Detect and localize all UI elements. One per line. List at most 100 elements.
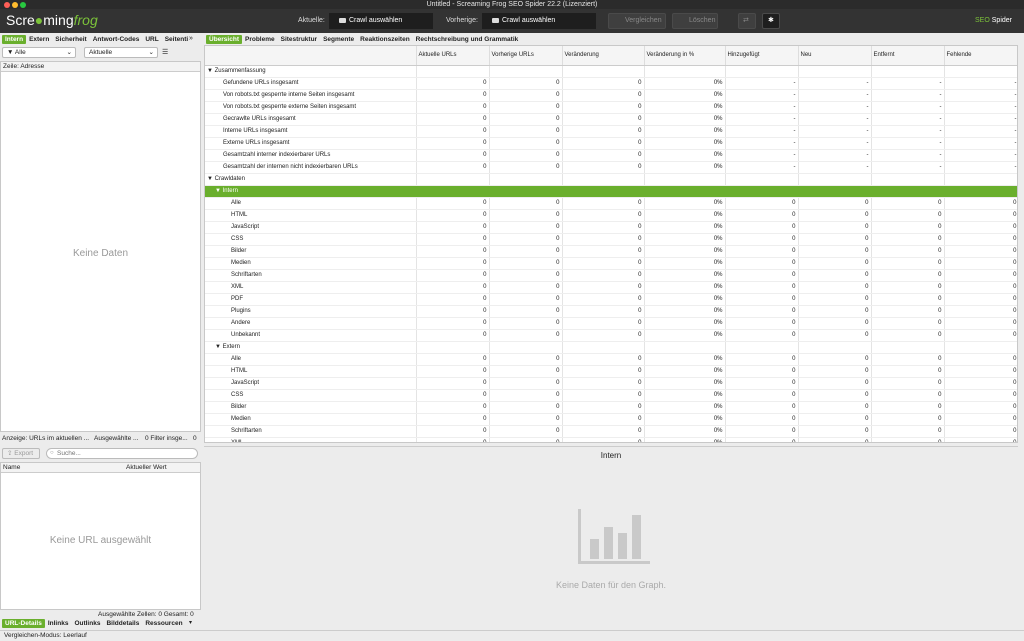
table-row[interactable]: Von robots.txt gesperrte interne Seiten … — [205, 89, 1017, 102]
table-cell: 0 — [725, 221, 799, 234]
graph-pane: Intern Keine Daten für den Graph. — [204, 446, 1018, 628]
table-cell: - — [725, 113, 799, 126]
table-row[interactable]: ▼ Extern — [205, 341, 1017, 354]
settings-gear-icon[interactable]: ✱ — [762, 13, 780, 29]
left-tab-1[interactable]: Extern — [26, 35, 52, 44]
left-tab-5[interactable]: Seitenti — [162, 35, 191, 44]
table-row[interactable]: Interne URLs insgesamt 0 0 0 0% - - - - — [205, 125, 1017, 138]
table-cell: 0 — [416, 137, 490, 150]
column-header-4[interactable]: Veränderung in % — [644, 46, 726, 66]
table-cell: 0 — [489, 89, 563, 102]
table-cell: 0 — [562, 329, 645, 342]
table-row[interactable]: HTML 0 0 0 0% 0 0 0 0 — [205, 365, 1017, 378]
more-tabs-icon[interactable]: » — [189, 35, 193, 42]
table-row[interactable]: JavaScript 0 0 0 0% 0 0 0 0 — [205, 221, 1017, 234]
name-column-header[interactable]: Name — [3, 464, 20, 471]
table-row[interactable]: HTML 0 0 0 0% 0 0 0 0 — [205, 209, 1017, 222]
details-tab-1[interactable]: Inlinks — [45, 619, 72, 628]
swap-icon[interactable]: ⇄ — [738, 13, 756, 29]
table-row[interactable]: Andere 0 0 0 0% 0 0 0 0 — [205, 317, 1017, 330]
table-row[interactable]: XML 0 0 0 0% 0 0 0 0 — [205, 281, 1017, 294]
main-tab-2[interactable]: Sitestruktur — [278, 35, 320, 44]
table-row[interactable]: Alle 0 0 0 0% 0 0 0 0 — [205, 353, 1017, 366]
value-column-header[interactable]: Aktueller Wert — [126, 463, 167, 472]
table-row[interactable]: Unbekannt 0 0 0 0% 0 0 0 0 — [205, 329, 1017, 342]
search-input[interactable] — [46, 448, 198, 459]
table-row[interactable]: PDF 0 0 0 0% 0 0 0 0 — [205, 293, 1017, 306]
row-label: Gesamtzahl der internen nicht indexierba… — [205, 161, 417, 174]
column-header-6[interactable]: Neu — [798, 46, 872, 66]
main-tab-4[interactable]: Reaktionszeiten — [357, 35, 413, 44]
list-view-icon[interactable]: ☰ — [162, 48, 168, 56]
main-tab-5[interactable]: Rechtschreibung und Grammatik — [413, 35, 522, 44]
details-tab-4[interactable]: Ressourcen — [142, 619, 185, 628]
details-tab-0[interactable]: URL-Details — [2, 619, 45, 628]
delete-button[interactable]: Löschen — [672, 13, 718, 29]
main-tab-3[interactable]: Segmente — [320, 35, 357, 44]
compare-button[interactable]: Vergleichen — [608, 13, 666, 29]
current-crawl-select[interactable]: Crawl auswählen — [329, 13, 433, 29]
table-cell: 0 — [944, 209, 1017, 222]
table-cell: - — [798, 161, 872, 174]
column-header-0[interactable] — [205, 46, 417, 66]
table-row[interactable]: Bilder 0 0 0 0% 0 0 0 0 — [205, 245, 1017, 258]
table-row[interactable]: Von robots.txt gesperrte externe Seiten … — [205, 101, 1017, 114]
table-row[interactable]: Gesamtzahl interner indexierbarer URLs 0 0… — [205, 149, 1017, 162]
column-header-5[interactable]: Hinzugefügt — [725, 46, 799, 66]
column-header-7[interactable]: Entfernt — [871, 46, 945, 66]
column-header-1[interactable]: Aktuelle URLs — [416, 46, 490, 66]
main-tab-0[interactable]: Übersicht — [206, 35, 242, 44]
table-cell: 0 — [944, 401, 1017, 414]
table-row[interactable]: Gecrawlte URLs insgesamt 0 0 0 0% - - - - — [205, 113, 1017, 126]
table-cell: 0 — [798, 209, 872, 222]
main-tab-1[interactable]: Probleme — [242, 35, 278, 44]
row-label: HTML — [205, 365, 417, 378]
table-row[interactable]: Alle 0 0 0 0% 0 0 0 0 — [205, 197, 1017, 210]
table-row[interactable]: Plugins 0 0 0 0% 0 0 0 0 — [205, 305, 1017, 318]
table-row[interactable]: Externe URLs insgesamt 0 0 0 0% - - - - — [205, 137, 1017, 150]
table-cell: 0 — [798, 245, 872, 258]
table-cell: 0 — [489, 437, 563, 442]
column-header-2[interactable]: Vorherige URLs — [489, 46, 563, 66]
close-window-button[interactable] — [4, 2, 10, 8]
left-tab-4[interactable]: URL — [142, 35, 161, 44]
table-row[interactable]: Bilder 0 0 0 0% 0 0 0 0 — [205, 401, 1017, 414]
view-dropdown[interactable]: Aktuelle ⌄ — [84, 47, 158, 58]
table-row[interactable]: CSS 0 0 0 0% 0 0 0 0 — [205, 233, 1017, 246]
table-row[interactable]: XML 0 0 0 0% 0 0 0 0 — [205, 437, 1017, 442]
table-row[interactable]: Gefundene URLs insgesamt 0 0 0 0% - - - - — [205, 77, 1017, 90]
row-label: PDF — [205, 293, 417, 306]
left-tab-0[interactable]: Intern — [2, 35, 27, 44]
table-row[interactable]: Schriftarten 0 0 0 0% 0 0 0 0 — [205, 269, 1017, 282]
table-cell: 0% — [644, 101, 726, 114]
column-header-8[interactable]: Fehlende — [944, 46, 1017, 66]
details-tab-3[interactable]: Bilddetails — [103, 619, 142, 628]
table-cell: 0 — [416, 197, 490, 210]
table-row[interactable]: Gesamtzahl der internen nicht indexierba… — [205, 161, 1017, 174]
table-cell: - — [725, 125, 799, 138]
details-tab-menu-icon[interactable]: ▾ — [189, 619, 192, 626]
table-row[interactable]: ▼ Crawldaten — [205, 173, 1017, 186]
zoom-window-button[interactable] — [20, 2, 26, 8]
overview-table: Aktuelle URLs Vorherige URLs Veränderung Ve… — [204, 45, 1018, 443]
table-cell — [725, 65, 799, 78]
table-cell: 0 — [562, 137, 645, 150]
filter-dropdown[interactable]: ▼ Alle ⌄ — [2, 47, 76, 58]
table-row[interactable]: ▼ Zusammenfassung — [205, 65, 1017, 78]
export-button[interactable]: ⇪ Export — [2, 448, 40, 459]
column-header-3[interactable]: Veränderung — [562, 46, 645, 66]
table-row[interactable]: ▼ Intern — [205, 185, 1017, 198]
table-cell: 0 — [562, 353, 645, 366]
table-row[interactable]: JavaScript 0 0 0 0% 0 0 0 0 — [205, 377, 1017, 390]
table-row[interactable]: CSS 0 0 0 0% 0 0 0 0 — [205, 389, 1017, 402]
table-row[interactable]: Medien 0 0 0 0% 0 0 0 0 — [205, 257, 1017, 270]
minimize-window-button[interactable] — [12, 2, 18, 8]
left-tab-2[interactable]: Sicherheit — [52, 35, 89, 44]
row-label: Medien — [205, 413, 417, 426]
details-tab-2[interactable]: Outlinks — [71, 619, 103, 628]
table-row[interactable]: Schriftarten 0 0 0 0% 0 0 0 0 — [205, 425, 1017, 438]
left-tab-3[interactable]: Antwort-Codes — [90, 35, 143, 44]
table-row[interactable]: Medien 0 0 0 0% 0 0 0 0 — [205, 413, 1017, 426]
address-column-header[interactable]: Zeile: Adresse — [1, 62, 200, 72]
previous-crawl-select[interactable]: Crawl auswählen — [482, 13, 596, 29]
